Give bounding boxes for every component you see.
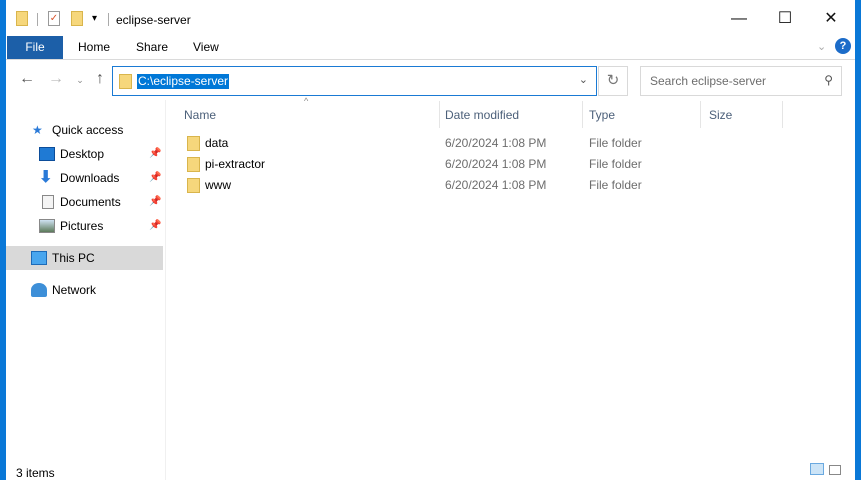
- column-divider[interactable]: [700, 101, 701, 128]
- pin-icon[interactable]: 📌: [149, 166, 161, 190]
- minimize-button[interactable]: —: [719, 6, 759, 32]
- column-header-size[interactable]: Size: [709, 108, 732, 122]
- column-divider[interactable]: [439, 101, 440, 128]
- column-header-type[interactable]: Type: [589, 108, 615, 122]
- pin-icon[interactable]: 📌: [149, 214, 161, 238]
- folder-icon: [16, 11, 28, 26]
- sidebar-item-quick-access[interactable]: ★ Quick access: [6, 118, 163, 142]
- pin-icon[interactable]: 📌: [149, 190, 161, 214]
- sort-ascending-icon: ^: [304, 96, 309, 106]
- sidebar-item-label: Documents: [60, 195, 121, 209]
- column-divider[interactable]: [782, 101, 783, 128]
- file-date: 6/20/2024 1:08 PM: [445, 178, 547, 192]
- column-header-date[interactable]: Date modified: [445, 108, 519, 122]
- sidebar-item-documents[interactable]: Documents 📌: [6, 190, 163, 214]
- folder-icon: [187, 136, 200, 151]
- scrollbar[interactable]: [851, 101, 855, 441]
- sidebar-item-network[interactable]: Network: [6, 278, 163, 302]
- file-date: 6/20/2024 1:08 PM: [445, 157, 547, 171]
- file-row[interactable]: pi-extractor 6/20/2024 1:08 PM File folder: [178, 154, 778, 175]
- sidebar-item-label: This PC: [52, 251, 95, 265]
- help-icon[interactable]: ?: [835, 38, 851, 54]
- address-path[interactable]: C:\eclipse-server: [137, 74, 230, 89]
- file-name: www: [205, 178, 231, 192]
- maximize-button[interactable]: ☐: [765, 6, 805, 32]
- search-input[interactable]: Search eclipse-server ⚲: [640, 66, 842, 96]
- details-view-button[interactable]: [810, 463, 824, 475]
- up-button[interactable]: ↑: [90, 70, 110, 88]
- folder-icon: [119, 74, 132, 89]
- window-title: eclipse-server: [116, 13, 191, 27]
- file-row[interactable]: data 6/20/2024 1:08 PM File folder: [178, 133, 778, 154]
- pictures-icon: [39, 219, 55, 233]
- search-placeholder: Search eclipse-server: [650, 74, 767, 88]
- forward-button[interactable]: →: [46, 70, 66, 88]
- file-type: File folder: [589, 157, 642, 171]
- recent-locations-icon[interactable]: ⌄: [70, 75, 90, 86]
- tab-home[interactable]: Home: [63, 36, 125, 59]
- folder-icon: [187, 178, 200, 193]
- sidebar-item-pictures[interactable]: Pictures 📌: [6, 214, 163, 238]
- column-divider[interactable]: [582, 101, 583, 128]
- tab-view[interactable]: View: [178, 36, 234, 59]
- network-icon: [31, 283, 47, 297]
- pane-divider[interactable]: [165, 100, 166, 480]
- documents-icon: [42, 195, 54, 209]
- sidebar-item-desktop[interactable]: Desktop 📌: [6, 142, 163, 166]
- tab-file[interactable]: File: [7, 36, 63, 59]
- status-item-count: 3 items: [16, 466, 55, 480]
- address-bar[interactable]: C:\eclipse-server ⌄: [112, 66, 597, 96]
- file-name: data: [205, 136, 229, 150]
- sidebar-item-label: Pictures: [60, 219, 104, 233]
- customize-toolbar-icon[interactable]: ▾: [92, 13, 97, 24]
- new-folder-icon[interactable]: [71, 11, 83, 26]
- sidebar-item-label: Quick access: [52, 123, 124, 137]
- column-header-name[interactable]: Name: [184, 108, 216, 122]
- file-date: 6/20/2024 1:08 PM: [445, 136, 547, 150]
- divider: [37, 13, 38, 26]
- file-row[interactable]: www 6/20/2024 1:08 PM File folder: [178, 175, 778, 196]
- sidebar-item-label: Network: [52, 283, 97, 297]
- back-button[interactable]: ←: [17, 70, 37, 88]
- folder-icon: [187, 157, 200, 172]
- pin-icon[interactable]: 📌: [149, 142, 161, 166]
- download-icon: ⬇: [39, 169, 53, 186]
- sidebar-item-downloads[interactable]: ⬇ Downloads 📌: [6, 166, 163, 190]
- star-icon: ★: [32, 123, 43, 137]
- sidebar-item-label: Downloads: [60, 171, 120, 185]
- sidebar-item-label: Desktop: [60, 147, 105, 161]
- file-name: pi-extractor: [205, 157, 266, 171]
- large-icons-view-button[interactable]: [829, 465, 841, 475]
- search-icon: ⚲: [824, 73, 833, 87]
- ribbon-expand-icon[interactable]: ⌄: [817, 40, 826, 53]
- divider: [108, 13, 109, 26]
- navigation-pane: ★ Quick access Desktop 📌 ⬇ Downloads 📌 Docum…: [6, 100, 165, 480]
- desktop-icon: [39, 147, 55, 161]
- file-type: File folder: [589, 178, 642, 192]
- refresh-button[interactable]: ↻: [598, 66, 628, 96]
- file-type: File folder: [589, 136, 642, 150]
- ribbon-divider: [6, 59, 855, 60]
- sidebar-item-this-pc[interactable]: This PC: [6, 246, 163, 270]
- close-button[interactable]: ✕: [811, 6, 851, 32]
- tab-share[interactable]: Share: [121, 36, 183, 59]
- properties-icon[interactable]: ✓: [48, 11, 60, 26]
- explorer-window: ✓ ▾ eclipse-server — ☐ ✕ File Home Share…: [6, 0, 855, 480]
- chevron-down-icon[interactable]: ⌄: [579, 73, 588, 86]
- pc-icon: [31, 251, 47, 265]
